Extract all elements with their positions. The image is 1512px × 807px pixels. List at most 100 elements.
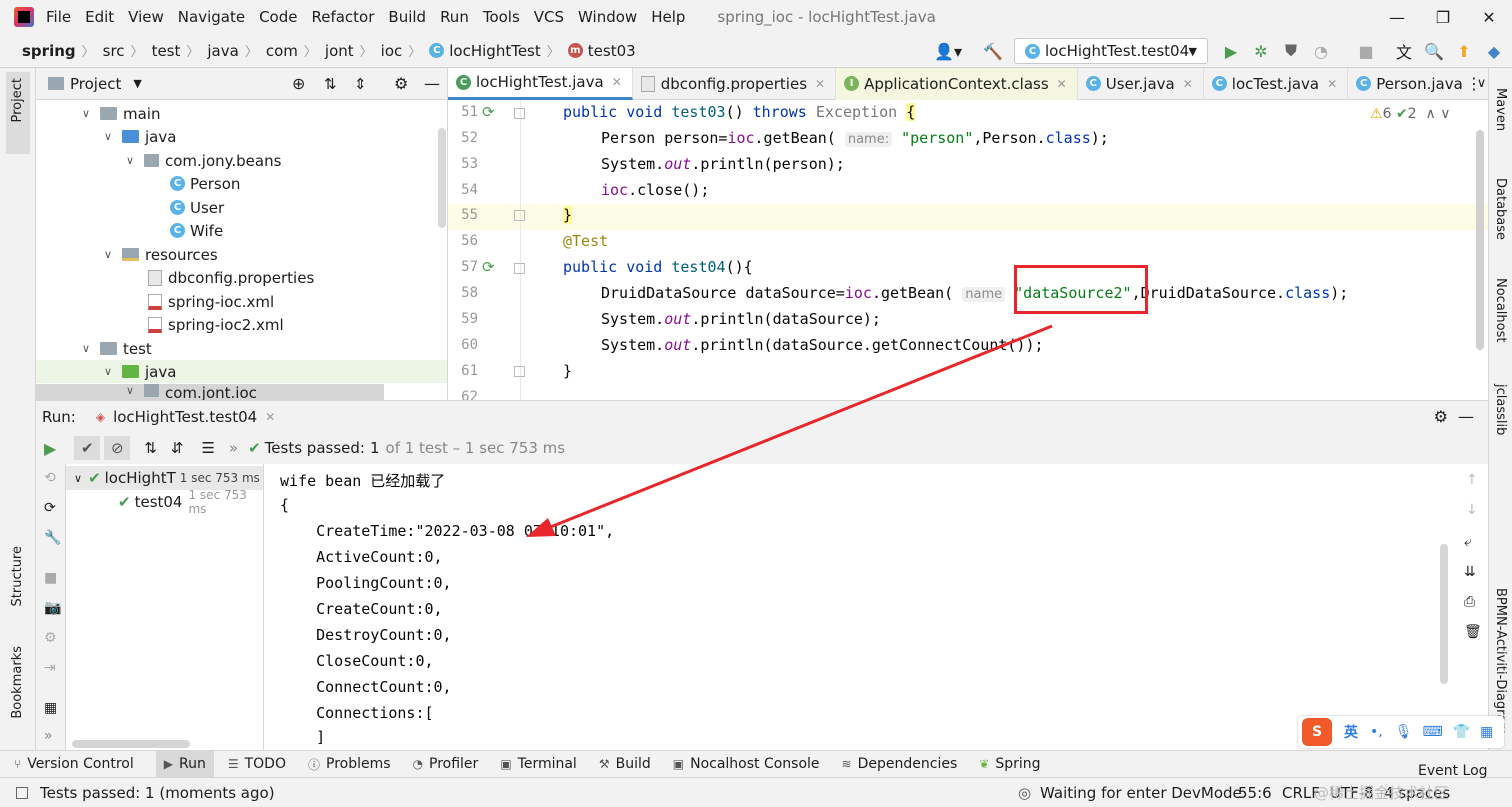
- show-passed-icon[interactable]: ✔: [74, 436, 101, 460]
- project-scrollbar[interactable]: [438, 128, 446, 228]
- gear-icon[interactable]: ⚙: [394, 74, 408, 93]
- skin-icon[interactable]: 👕: [1453, 724, 1470, 740]
- close-icon[interactable]: ✕: [1327, 77, 1337, 91]
- code-editor[interactable]: 51 52 53 54 55 56 57 58 59 60 61 62 ⟳ ⟳ …: [448, 100, 1488, 400]
- minimize-button[interactable]: —: [1374, 0, 1420, 34]
- breadcrumb-project[interactable]: spring: [22, 42, 76, 60]
- layout-toggle-icon[interactable]: [16, 786, 28, 799]
- menu-help[interactable]: Help: [651, 8, 685, 26]
- fold-icon[interactable]: [514, 263, 525, 274]
- cursor-position[interactable]: 55:6: [1238, 784, 1272, 802]
- locate-icon[interactable]: ⊕: [292, 74, 305, 93]
- hide-icon[interactable]: —: [424, 74, 440, 93]
- settings-icon[interactable]: ⚙: [44, 630, 57, 646]
- fold-icon[interactable]: [514, 366, 525, 377]
- prev-icon[interactable]: ∧: [1426, 106, 1436, 122]
- database-tool-label[interactable]: Database: [1493, 178, 1508, 240]
- tree-item-person[interactable]: C Person: [170, 172, 240, 195]
- tree-item-package[interactable]: ∨ com.jony.beans: [126, 149, 281, 172]
- tool-todo[interactable]: ☰ TODO: [228, 756, 286, 772]
- console-scrollbar[interactable]: [1440, 544, 1448, 684]
- plugin-icon[interactable]: ◆: [1483, 40, 1505, 62]
- breadcrumb-test[interactable]: test: [152, 42, 181, 60]
- debug-icon[interactable]: ✲: [1250, 40, 1272, 62]
- event-log[interactable]: Event Log: [1418, 763, 1488, 779]
- fold-icon[interactable]: [514, 210, 525, 221]
- structure-tool-label[interactable]: Structure: [10, 546, 25, 606]
- fold-icon[interactable]: [514, 108, 525, 119]
- run-tab[interactable]: locHightTest.test04: [113, 408, 257, 426]
- ime-toolbar[interactable]: S 英 •, 🎙 ⌨ 👕 ▦: [1298, 716, 1504, 748]
- more-icon[interactable]: ⋮: [1466, 74, 1482, 93]
- bookmarks-tool-label[interactable]: Bookmarks: [10, 646, 25, 719]
- tree-item-spring-ioc[interactable]: spring-ioc.xml: [148, 290, 274, 313]
- menu-build[interactable]: Build: [388, 8, 426, 26]
- sort-duration-icon[interactable]: ⇵: [171, 439, 184, 457]
- tool-spring[interactable]: ❦ Spring: [979, 756, 1040, 772]
- test-tree-child[interactable]: ✔ test04 1 sec 753 ms: [118, 488, 263, 516]
- tree-item-test-package[interactable]: ∨ com.jont.ioc: [36, 384, 384, 400]
- tool-version-control[interactable]: ⑂ Version Control: [14, 756, 134, 772]
- menu-view[interactable]: View: [128, 8, 164, 26]
- close-icon[interactable]: ✕: [815, 77, 825, 91]
- tool-profiler[interactable]: ◔ Profiler: [413, 756, 479, 772]
- tab-applicationcontext[interactable]: I ApplicationContext.class ✕: [836, 67, 1078, 100]
- breadcrumb-com[interactable]: com: [266, 42, 298, 60]
- search-icon[interactable]: 🔍: [1423, 40, 1445, 62]
- tree-item-dbconfig[interactable]: dbconfig.properties: [148, 266, 314, 289]
- more-icon[interactable]: »: [229, 439, 238, 457]
- inspection-widget[interactable]: ⚠6 ✔2 ∧ ∨: [1370, 106, 1450, 122]
- nocalhost-tool-label[interactable]: Nocalhost: [1493, 278, 1508, 342]
- close-icon[interactable]: ✕: [1183, 77, 1193, 91]
- translate-icon[interactable]: 文: [1393, 40, 1415, 62]
- tree-item-java[interactable]: ∨ java: [104, 125, 176, 148]
- down-icon[interactable]: ↓: [1466, 502, 1478, 518]
- project-tool-button[interactable]: Project: [6, 72, 30, 154]
- tool-terminal[interactable]: ▣ Terminal: [500, 756, 577, 772]
- profile-icon[interactable]: ◔: [1310, 40, 1332, 62]
- tab-dbconfig[interactable]: dbconfig.properties ✕: [633, 67, 837, 100]
- tool-build[interactable]: ⚒ Build: [599, 756, 651, 772]
- tree-item-spring-ioc2[interactable]: spring-ioc2.xml: [148, 313, 284, 336]
- menu-file[interactable]: File: [46, 8, 71, 26]
- project-header-label[interactable]: Project: [70, 75, 121, 93]
- ime-mode[interactable]: 英: [1344, 722, 1358, 742]
- print-icon[interactable]: ⎙: [1464, 594, 1475, 610]
- run-icon[interactable]: ▶: [1220, 40, 1242, 62]
- stop-icon[interactable]: ■: [1355, 40, 1377, 62]
- toggle-auto-test-icon[interactable]: ⟳: [44, 500, 56, 516]
- collapse-all-icon[interactable]: ⇕: [354, 75, 367, 93]
- maven-tool-label[interactable]: Maven: [1493, 88, 1508, 131]
- tab-user[interactable]: C User.java ✕: [1078, 67, 1204, 100]
- menu-run[interactable]: Run: [440, 8, 469, 26]
- tree-item-user[interactable]: C User: [170, 196, 224, 219]
- tool-problems[interactable]: ⓘ Problems: [308, 756, 391, 773]
- tab-lochighttest[interactable]: ClocHightTest.java ✕: [448, 67, 633, 100]
- mic-icon[interactable]: 🎙: [1395, 724, 1413, 740]
- menu-tools[interactable]: Tools: [483, 8, 520, 26]
- rerun-failed-icon[interactable]: ⟲: [44, 470, 56, 486]
- tree-scrollbar[interactable]: [72, 740, 190, 748]
- update-icon[interactable]: ⬆: [1453, 40, 1475, 62]
- keyboard-icon[interactable]: ⌨: [1423, 724, 1443, 740]
- close-icon[interactable]: ✕: [1057, 77, 1067, 91]
- run-configuration-select[interactable]: C locHightTest.test04 ▼: [1014, 38, 1208, 64]
- tree-item-test-java[interactable]: ∨ java: [36, 360, 447, 383]
- tool-dependencies[interactable]: ≋ Dependencies: [842, 756, 958, 772]
- expand-all-icon[interactable]: ⇅: [324, 75, 337, 93]
- test-tree-root[interactable]: ∨ ✔ locHightT 1 sec 753 ms: [66, 466, 263, 490]
- tab-person[interactable]: C Person.java: [1348, 68, 1473, 100]
- more-icon[interactable]: »: [44, 728, 53, 744]
- sort-alpha-icon[interactable]: ⇅: [144, 439, 157, 457]
- menu-refactor[interactable]: Refactor: [311, 8, 374, 26]
- tree-item-main[interactable]: ∨ main: [82, 102, 160, 125]
- tree-item-test[interactable]: ∨ test: [82, 337, 152, 360]
- show-ignored-icon[interactable]: ⊘: [104, 436, 131, 460]
- maximize-button[interactable]: ❐: [1420, 0, 1466, 34]
- breadcrumb-java[interactable]: java: [207, 42, 238, 60]
- close-icon[interactable]: ✕: [265, 410, 275, 424]
- gear-icon[interactable]: ⚙: [1434, 407, 1448, 426]
- tool-nocalhost-console[interactable]: ▣ Nocalhost Console: [673, 756, 820, 772]
- run-test-gutter-icon[interactable]: ⟳: [482, 258, 495, 276]
- breadcrumb-class[interactable]: locHightTest: [449, 42, 541, 60]
